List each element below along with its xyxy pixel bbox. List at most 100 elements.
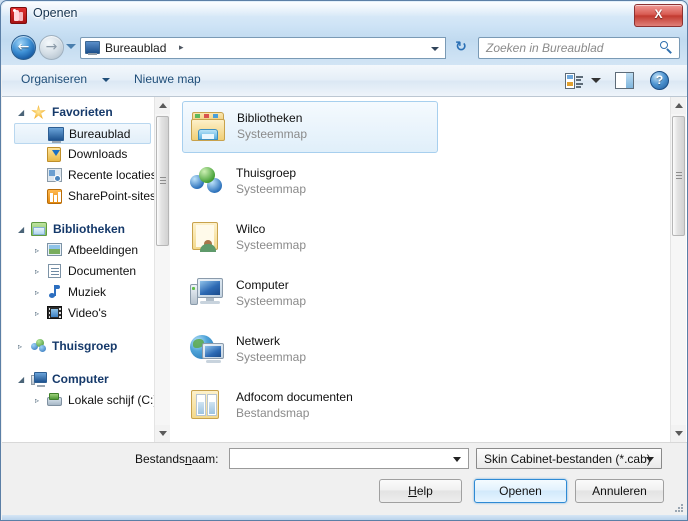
expander-icon[interactable]: ▹ <box>35 246 44 255</box>
user-folder-icon <box>190 222 224 254</box>
search-placeholder: Zoeken in Bureaublad <box>486 41 604 55</box>
sidebar-item-bureaublad[interactable]: Bureaublad <box>14 123 151 144</box>
refresh-icon: ↻ <box>455 39 467 55</box>
sidebar-group-label: Bibliotheken <box>53 222 126 236</box>
sidebar-item-sharepoint-sites[interactable]: SharePoint-sites <box>10 186 157 207</box>
window-bottom-border <box>2 515 687 520</box>
sidebar-item-recente-locaties[interactable]: Recente locaties <box>10 165 157 186</box>
cancel-button[interactable]: Annuleren <box>575 479 664 503</box>
address-history-dropdown[interactable] <box>425 37 446 59</box>
expander-icon[interactable]: ▹ <box>35 309 44 318</box>
list-item[interactable]: Bibliotheken Systeemmap <box>182 101 438 153</box>
view-chevron-down-icon[interactable] <box>591 78 601 83</box>
navigation-pane-scrollbar[interactable] <box>154 97 170 442</box>
back-button[interactable]: ← <box>11 35 36 60</box>
filename-input[interactable] <box>229 448 469 469</box>
title-bar[interactable]: Openen X <box>1 1 687 31</box>
expander-icon[interactable]: ▹ <box>35 396 44 405</box>
file-list-scrollbar[interactable] <box>670 97 686 442</box>
desktop-icon <box>85 41 100 55</box>
search-input[interactable]: Zoeken in Bureaublad <box>478 37 680 59</box>
close-button[interactable]: X <box>634 4 683 27</box>
help-button[interactable]: Help <box>379 479 462 503</box>
sidebar-item-lokale-schijf-c[interactable]: ▹ Lokale schijf (C:) <box>10 390 157 411</box>
filetype-select[interactable]: Skin Cabinet-bestanden (*.cab) <box>476 448 662 469</box>
search-icon <box>660 41 673 54</box>
sidebar-item-downloads[interactable]: Downloads <box>10 144 155 165</box>
new-folder-button[interactable]: Nieuwe map <box>134 72 201 86</box>
forward-button[interactable]: → <box>39 35 64 60</box>
list-item[interactable]: Thuisgroep Systeemmap <box>182 157 438 209</box>
sidebar-item-afbeeldingen[interactable]: ▹ Afbeeldingen <box>10 240 155 261</box>
expander-icon[interactable]: ▹ <box>35 288 44 297</box>
list-item[interactable]: Adfocom documenten Bestandsmap <box>182 381 438 433</box>
expander-icon[interactable]: ◢ <box>18 225 27 234</box>
list-item[interactable]: Wilco Systeemmap <box>182 213 438 265</box>
sidebar-item-label: Bureaublad <box>69 127 131 141</box>
scroll-up-button[interactable] <box>671 97 686 114</box>
sidebar-group-bibliotheken[interactable]: ◢ Bibliotheken <box>10 219 155 240</box>
file-list: Bibliotheken Systeemmap Thuisgroep Syste… <box>178 97 672 442</box>
sidebar-group-computer[interactable]: ◢ Computer <box>10 369 155 390</box>
list-item-type: Systeemmap <box>236 182 307 196</box>
list-item[interactable]: Netwerk Systeemmap <box>182 325 438 377</box>
sharepoint-icon <box>47 189 63 205</box>
sidebar-item-label: Documenten <box>68 264 137 278</box>
close-icon: X <box>654 7 663 21</box>
expander-icon[interactable]: ▹ <box>35 267 44 276</box>
list-item-type: Systeemmap <box>237 127 308 141</box>
recent-pages-dropdown-icon[interactable] <box>66 44 76 49</box>
list-item[interactable]: Computer Systeemmap <box>182 269 438 321</box>
sidebar-group-favorieten[interactable]: ◢ Favorieten <box>10 102 155 123</box>
breadcrumb-chevron-icon[interactable]: ▸ <box>179 43 184 53</box>
sidebar-item-muziek[interactable]: ▹ Muziek <box>10 282 155 303</box>
sidebar-group-label: Thuisgroep <box>52 339 118 353</box>
sidebar-item-label: Muziek <box>68 285 107 299</box>
expander-icon[interactable]: ◢ <box>18 108 27 117</box>
open-button[interactable]: Openen <box>474 479 567 503</box>
sidebar-group-label: Computer <box>52 372 109 386</box>
scroll-down-button[interactable] <box>155 425 170 442</box>
sidebar-item-label: SharePoint-sites <box>68 189 157 203</box>
star-icon <box>31 105 47 121</box>
sidebar-group-thuisgroep[interactable]: ▹ Thuisgroep <box>10 336 155 357</box>
pictures-icon <box>47 243 63 259</box>
resize-grip-icon[interactable] <box>674 503 684 513</box>
refresh-button[interactable]: ↻ <box>449 37 473 59</box>
list-item-type: Systeemmap <box>236 294 307 308</box>
back-arrow-icon: ← <box>17 39 30 55</box>
sidebar-item-label: Downloads <box>68 147 128 161</box>
preview-pane-toggle-icon[interactable] <box>615 72 634 89</box>
sidebar-item-label: Recente locaties <box>68 168 157 182</box>
sidebar-item-videos[interactable]: ▹ Video's <box>10 303 155 324</box>
scrollbar-thumb[interactable] <box>156 116 169 246</box>
expander-icon[interactable]: ◢ <box>18 375 27 384</box>
sidebar-item-documenten[interactable]: ▹ Documenten <box>10 261 155 282</box>
scroll-down-button[interactable] <box>671 425 686 442</box>
chevron-down-icon <box>646 457 654 462</box>
sidebar-group-label: Favorieten <box>52 105 113 119</box>
library-icon <box>31 222 47 238</box>
scrollbar-grip-icon <box>676 172 682 180</box>
navigation-bar: ← → Bureaublad ▸ ↻ Zoeken in Bureaublad <box>1 32 687 64</box>
scrollbar-thumb[interactable] <box>672 116 685 236</box>
scroll-up-button[interactable] <box>155 97 170 114</box>
homegroup-icon <box>31 339 47 355</box>
dialog-body: ◢ Favorieten Bureaublad Downloads Recent… <box>2 97 687 442</box>
organize-chevron-down-icon[interactable] <box>102 78 110 82</box>
list-item-name: Bibliotheken <box>237 111 303 125</box>
chevron-down-icon[interactable] <box>453 457 461 462</box>
computer-icon <box>31 372 47 388</box>
dialog-footer: Bestandsnaam: Skin Cabinet-bestanden (*.… <box>2 442 687 520</box>
expander-icon[interactable]: ▹ <box>18 342 27 351</box>
change-view-icon[interactable] <box>565 73 583 89</box>
address-bar[interactable]: Bureaublad ▸ <box>80 37 446 59</box>
organize-button[interactable]: Organiseren <box>21 72 87 86</box>
command-bar: Organiseren Nieuwe map ? <box>2 65 687 97</box>
video-icon <box>47 306 63 322</box>
breadcrumb-item-desktop[interactable]: Bureaublad <box>105 41 166 55</box>
recent-locations-icon <box>47 168 63 184</box>
help-icon[interactable]: ? <box>650 71 669 90</box>
filetype-selected-value: Skin Cabinet-bestanden (*.cab) <box>484 452 651 466</box>
